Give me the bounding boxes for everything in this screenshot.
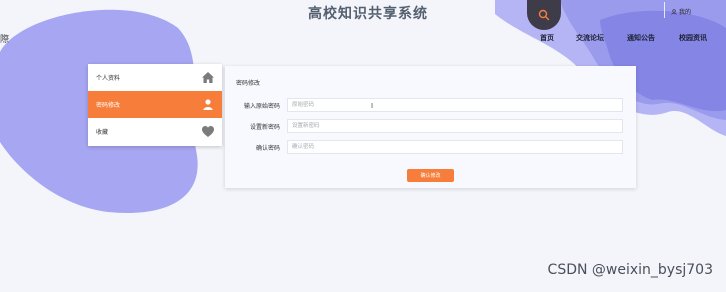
heart-icon xyxy=(202,126,214,137)
form-row-new-password: 设置新密码 xyxy=(225,119,636,133)
confirm-change-button[interactable]: 确认修改 xyxy=(407,169,454,182)
form-row-original-password: 输入原始密码 xyxy=(225,98,636,112)
nav-item-news[interactable]: 校园资讯 xyxy=(679,33,707,43)
confirm-password-input[interactable] xyxy=(287,140,623,154)
user-menu-label: 我的 xyxy=(679,9,692,16)
main-nav: 首页 交流论坛 通知公告 校园资讯 xyxy=(0,33,726,45)
user-icon xyxy=(671,8,677,15)
sidebar-item-profile[interactable]: 个人资料 xyxy=(88,64,222,91)
watermark: CSDN @weixin_bysj703 xyxy=(547,262,713,278)
confirm-password-label: 确认密码 xyxy=(255,145,280,152)
search-icon xyxy=(538,9,550,21)
original-password-input[interactable] xyxy=(287,98,623,112)
user-menu[interactable]: 我的 xyxy=(671,7,691,16)
new-password-input[interactable] xyxy=(287,119,623,133)
sidebar-item-label: 个人资料 xyxy=(96,75,121,82)
sidebar-item-favorites[interactable]: 收藏 xyxy=(88,118,222,145)
panel-title: 密码修改 xyxy=(236,80,261,87)
form-row-confirm-password: 确认密码 xyxy=(225,140,636,154)
nav-item-notices[interactable]: 通知公告 xyxy=(627,33,655,43)
site-title: 高校知识共享系统 xyxy=(308,6,428,22)
sidebar-item-label: 密码修改 xyxy=(96,102,121,109)
nav-item-home[interactable]: 首页 xyxy=(540,33,554,43)
header-divider xyxy=(664,2,665,18)
password-form-panel: 密码修改 输入原始密码 设置新密码 确认密码 确认修改 xyxy=(225,66,636,188)
sidebar-menu: 个人资料 密码修改 收藏 xyxy=(88,64,222,146)
home-icon xyxy=(202,72,214,83)
text-cursor-icon: I xyxy=(371,102,374,110)
sidebar-item-password[interactable]: 密码修改 xyxy=(88,91,222,118)
sidebar-item-label: 收藏 xyxy=(96,129,109,136)
new-password-label: 设置新密码 xyxy=(249,124,280,131)
user-icon xyxy=(203,99,213,110)
original-password-label: 输入原始密码 xyxy=(243,103,280,110)
nav-item-forum[interactable]: 交流论坛 xyxy=(576,33,604,43)
